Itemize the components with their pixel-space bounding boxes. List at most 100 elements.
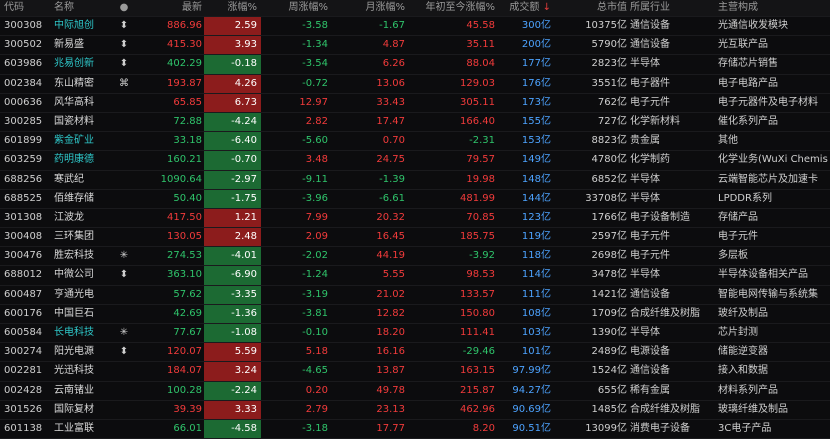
table-row[interactable]: 301308 江波龙 417.50 1.21 7.99 20.32 70.85 123亿 176… xyxy=(0,208,830,229)
header-change[interactable]: 涨幅% xyxy=(204,0,261,16)
cell-ytd-change: 88.04 xyxy=(466,58,495,70)
sort-desc-icon[interactable]: ↓ xyxy=(543,2,551,13)
cell-industry: 合成纤维及树脂 xyxy=(630,403,700,415)
cell-week-change: 12.97 xyxy=(299,96,328,108)
cell-name: 药明康德 xyxy=(54,154,94,166)
cell-market-cap: 762亿 xyxy=(597,96,627,108)
cell-week-change: -3.58 xyxy=(302,20,328,31)
cell-name: 中微公司 xyxy=(54,269,94,281)
header-mark-icon[interactable]: ● xyxy=(118,0,130,16)
cell-name: 光迅科技 xyxy=(54,365,94,377)
table-row[interactable]: 002384 东山精密 ⌘ 193.87 4.26 -0.72 13.06 129.03 176… xyxy=(0,74,830,94)
cell-amount: 300亿 xyxy=(521,20,551,31)
table-row[interactable]: 300285 国瓷材料 72.88 -4.24 2.82 17.47 166.40 155亿 7… xyxy=(0,112,830,133)
cell-mark-icon xyxy=(118,420,130,438)
cell-industry: 通信设备 xyxy=(630,365,670,377)
table-row[interactable]: 300408 三环集团 130.05 2.48 2.09 16.45 185.75 119亿 2… xyxy=(0,228,830,248)
table-row[interactable]: 000636 风华高科 65.85 6.73 12.97 33.43 305.11 173亿 7… xyxy=(0,93,830,113)
cell-mark-icon xyxy=(118,286,130,304)
table-row[interactable]: 002281 光迅科技 184.07 3.24 -4.65 13.87 163.15 97.9… xyxy=(0,362,830,382)
table-row[interactable]: 002428 云南锗业 100.28 -2.24 0.20 49.78 215.87 94.2… xyxy=(0,381,830,401)
cell-market-cap: 1421亿 xyxy=(591,288,627,300)
header-main-business[interactable]: 主营构成 xyxy=(718,0,830,16)
cell-market-cap: 2823亿 xyxy=(591,58,627,70)
table-row[interactable]: 688256 寒武纪 1090.64 -2.97 -9.11 -1.39 19.98 148亿… xyxy=(0,170,830,190)
cell-market-cap: 2489亿 xyxy=(591,346,627,358)
table-row[interactable]: 300502 新易盛 ⬍ 415.30 3.93 -1.34 4.87 35.11 200亿 57… xyxy=(0,36,830,56)
header-week-change[interactable]: 周涨幅% xyxy=(262,0,328,16)
header-industry[interactable]: 所属行业 xyxy=(630,0,716,16)
header-amount[interactable]: 成交额 ↓ xyxy=(497,0,551,16)
table-row[interactable]: 601138 工业富联 66.01 -4.58 -3.18 17.77 8.20 90.51亿… xyxy=(0,419,830,439)
cell-change: -4.58 xyxy=(204,419,261,439)
table-row[interactable]: 603259 药明康德 160.21 -0.70 3.48 24.75 79.57 149亿 4… xyxy=(0,151,830,171)
header-name[interactable]: 名称 xyxy=(54,0,116,16)
header-market-cap[interactable]: 总市值 xyxy=(553,0,627,16)
table-row[interactable]: 600176 中国巨石 42.69 -1.36 -3.81 12.82 150.80 108亿… xyxy=(0,304,830,324)
header-code[interactable]: 代码 xyxy=(4,0,52,16)
cell-last: 363.10 xyxy=(167,269,202,281)
cell-ytd-change: 98.53 xyxy=(466,269,495,281)
cell-name: 中国巨石 xyxy=(54,307,94,319)
cell-mark-icon: ✳ xyxy=(119,250,129,262)
cell-industry: 化学制药 xyxy=(630,154,670,166)
cell-last: 402.29 xyxy=(167,58,202,70)
cell-amount: 111亿 xyxy=(521,288,551,300)
cell-last: 77.67 xyxy=(173,327,202,338)
cell-main-business: 存储芯片销售 xyxy=(718,58,778,70)
cell-amount: 108亿 xyxy=(521,307,551,319)
table-row[interactable]: 600584 长电科技 ✳ 77.67 -1.08 -0.10 18.20 111.41 103… xyxy=(0,324,830,344)
cell-name: 亨通光电 xyxy=(54,288,94,300)
cell-industry: 电子元件 xyxy=(630,96,670,108)
cell-ytd-change: -3.92 xyxy=(469,250,495,262)
cell-ytd-change: 215.87 xyxy=(460,384,495,396)
cell-code: 603986 xyxy=(4,58,43,70)
cell-week-change: -1.34 xyxy=(302,39,328,51)
table-row[interactable]: 301526 国际复材 39.39 3.33 2.79 23.13 462.96 90.69亿… xyxy=(0,400,830,420)
cell-market-cap: 33708亿 xyxy=(585,192,627,204)
cell-change: -1.08 xyxy=(204,324,261,343)
cell-main-business: 芯片封测 xyxy=(718,327,758,338)
cell-market-cap: 4780亿 xyxy=(591,154,627,166)
cell-amount: 101亿 xyxy=(521,346,551,358)
table-row[interactable]: 688525 佰维存储 50.40 -1.75 -3.96 -6.61 481.99 144亿… xyxy=(0,189,830,209)
cell-mark-icon xyxy=(118,113,130,131)
cell-industry: 电子元件 xyxy=(630,231,670,243)
table-row[interactable]: 300308 中际旭创 ⬍ 886.96 2.59 -3.58 -1.67 45.58 300亿… xyxy=(0,17,830,37)
cell-amount: 149亿 xyxy=(521,154,551,166)
cell-change: 5.59 xyxy=(204,343,261,362)
cell-change: 3.93 xyxy=(204,36,261,55)
cell-month-change: 6.26 xyxy=(382,58,405,70)
cell-ytd-change: 462.96 xyxy=(460,403,495,415)
cell-week-change: -5.60 xyxy=(302,135,328,147)
cell-last: 33.18 xyxy=(173,135,202,147)
cell-ytd-change: 163.15 xyxy=(460,365,495,377)
cell-change: 2.48 xyxy=(204,228,261,247)
cell-last: 100.28 xyxy=(167,384,202,396)
cell-code: 300274 xyxy=(4,346,43,358)
table-row[interactable]: 300476 胜宏科技 ✳ 274.53 -4.01 -2.02 44.19 -3.92 118… xyxy=(0,247,830,267)
cell-code: 300285 xyxy=(4,115,43,127)
cell-change: 2.59 xyxy=(204,17,261,36)
cell-code: 300502 xyxy=(4,39,43,51)
cell-market-cap: 5790亿 xyxy=(591,39,627,51)
cell-ytd-change: 35.11 xyxy=(466,39,495,51)
cell-week-change: -4.65 xyxy=(302,365,328,377)
header-month-change[interactable]: 月涨幅% xyxy=(330,0,405,16)
cell-name: 长电科技 xyxy=(54,327,94,338)
cell-industry: 合成纤维及树脂 xyxy=(630,307,700,319)
cell-amount: 90.69亿 xyxy=(512,403,551,415)
table-row[interactable]: 600487 亨通光电 57.62 -3.35 -3.19 21.02 133.57 111亿… xyxy=(0,285,830,305)
header-last[interactable]: 最新 xyxy=(132,0,202,16)
cell-code: 688525 xyxy=(4,192,43,204)
cell-code: 601138 xyxy=(4,422,43,434)
table-row[interactable]: 688012 中微公司 ⬍ 363.10 -6.90 -1.24 5.55 98.53 114亿… xyxy=(0,266,830,286)
table-row[interactable]: 601899 紫金矿业 33.18 -6.40 -5.60 0.70 -2.31 153亿 88… xyxy=(0,132,830,152)
header-ytd-change[interactable]: 年初至今涨幅% xyxy=(407,0,495,16)
cell-month-change: 23.13 xyxy=(376,403,405,415)
cell-week-change: -3.96 xyxy=(302,192,328,204)
table-row[interactable]: 300274 阳光电源 ⬍ 120.07 5.59 5.18 16.16 -29.46 101亿… xyxy=(0,343,830,363)
cell-name: 阳光电源 xyxy=(54,346,94,358)
table-row[interactable]: 603986 兆易创新 ⬍ 402.29 -0.18 -3.54 6.26 88.04 177亿… xyxy=(0,55,830,75)
cell-week-change: -0.72 xyxy=(302,77,328,89)
